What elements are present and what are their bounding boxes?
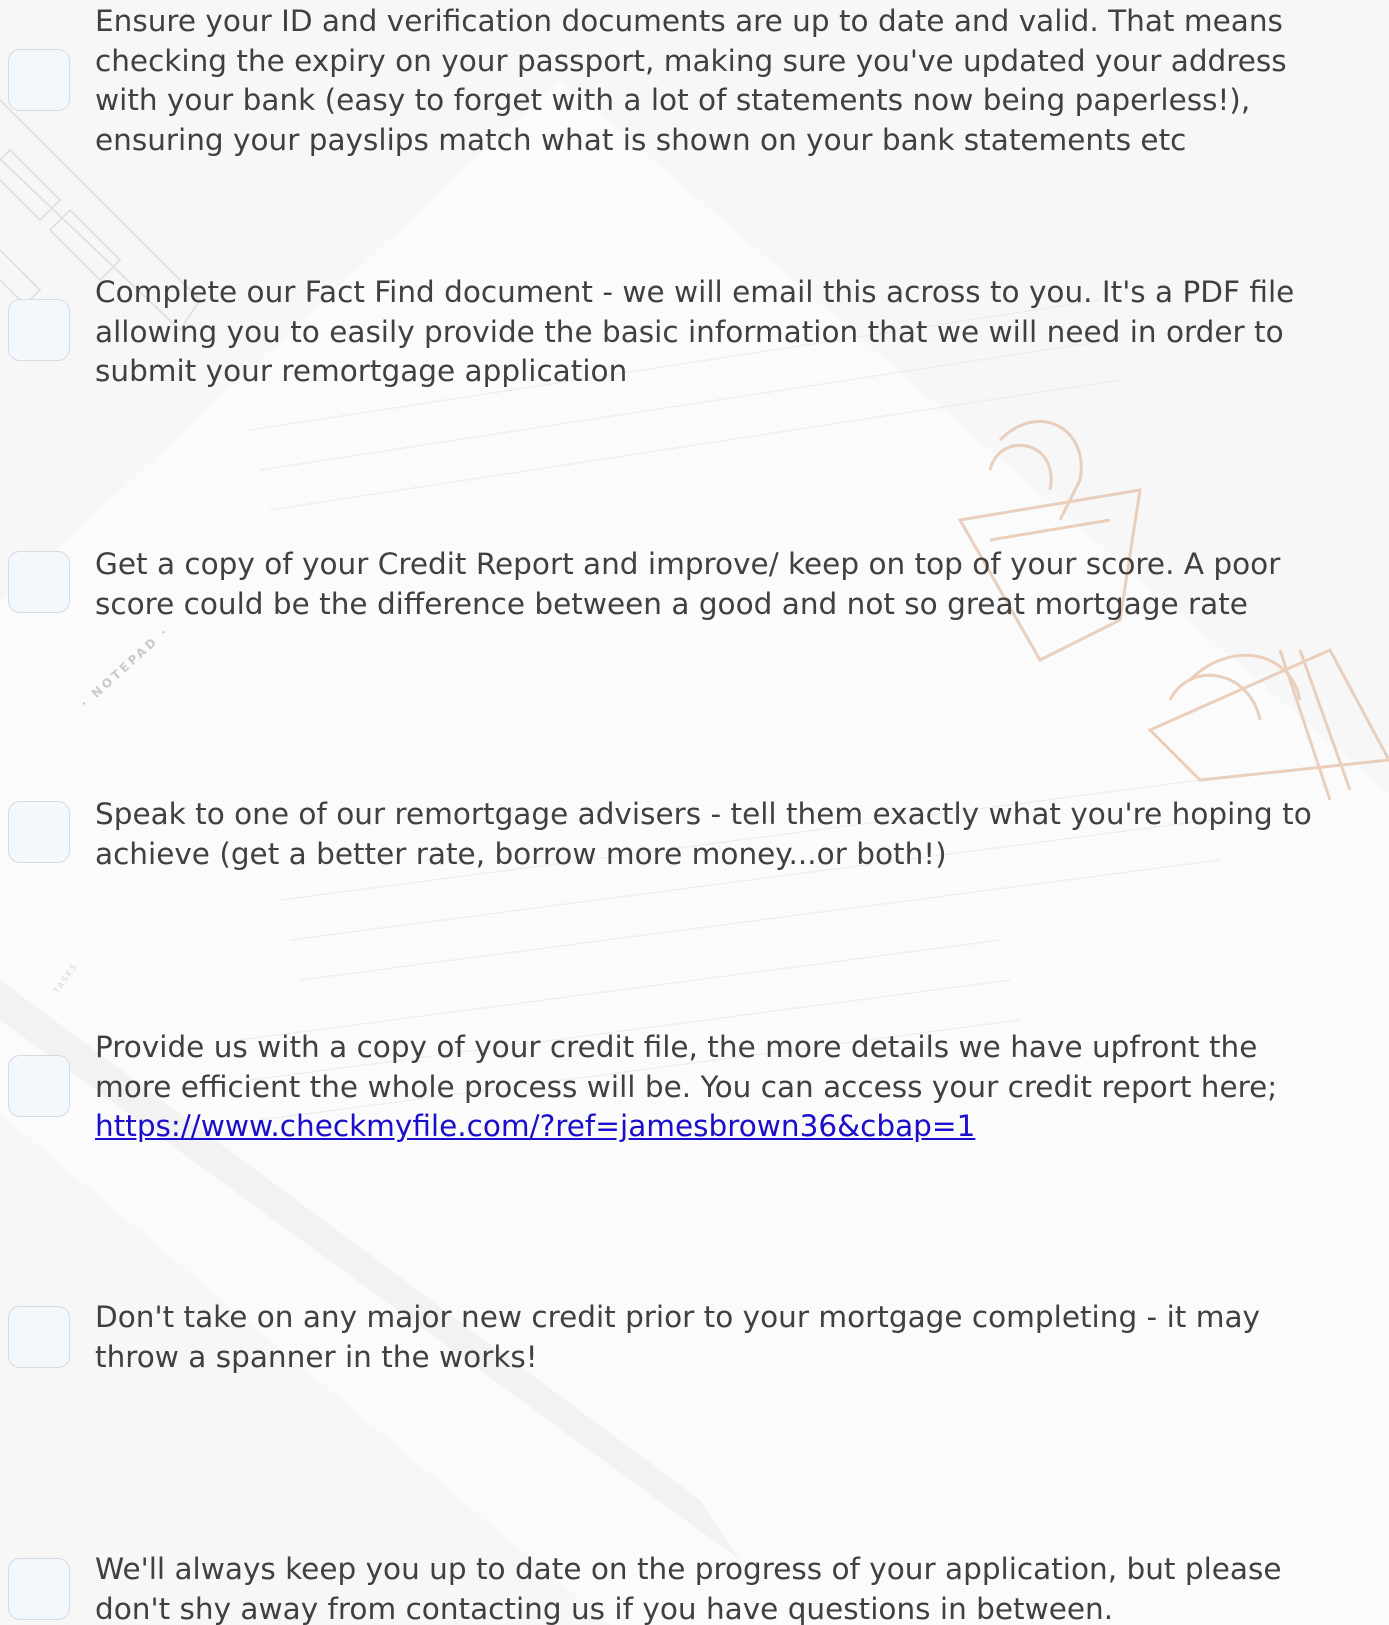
text-line: checking the expiry on your passport, ma… (95, 43, 1287, 78)
checkbox[interactable] (8, 1558, 70, 1620)
text-line: don't shy away from contacting us if you… (95, 1591, 1114, 1625)
checklist-item-text: Complete our Fact Find document - we wil… (95, 273, 1385, 392)
checklist-item-text: Provide us with a copy of your credit fi… (95, 1028, 1385, 1147)
text-line: score could be the difference between a … (95, 586, 1248, 621)
credit-report-link[interactable]: https://www.checkmyfile.com/?ref=jamesbr… (95, 1109, 975, 1143)
text-line: Get a copy of your Credit Report and imp… (95, 547, 1281, 581)
checklist: Ensure your ID and verification document… (0, 0, 1389, 1625)
text-line: We'll always keep you up to date on the … (95, 1552, 1282, 1586)
checkbox[interactable] (8, 801, 70, 863)
checkbox[interactable] (8, 299, 70, 361)
checkbox[interactable] (8, 551, 70, 613)
text-line: allowing you to easily provide the basic… (95, 314, 1284, 349)
text-line: Speak to one of our remortgage advisers … (95, 797, 1312, 831)
checkbox[interactable] (8, 1306, 70, 1368)
text-line: ensuring your payslips match what is sho… (95, 122, 1187, 157)
checklist-item-text: Ensure your ID and verification document… (95, 2, 1385, 160)
checklist-item-text: We'll always keep you up to date on the … (95, 1550, 1385, 1625)
checklist-item-text: Don't take on any major new credit prior… (95, 1298, 1385, 1377)
text-line: achieve (get a better rate, borrow more … (95, 836, 947, 871)
text-line: more efficient the whole process will be… (95, 1069, 1278, 1104)
checklist-item-text: Speak to one of our remortgage advisers … (95, 795, 1385, 874)
text-line: Complete our Fact Find document - we wil… (95, 275, 1295, 309)
checkbox[interactable] (8, 49, 70, 111)
text-line: with your bank (easy to forget with a lo… (95, 83, 1251, 117)
text-line: submit your remortgage application (95, 354, 628, 388)
text-line: Don't take on any major new credit prior… (95, 1300, 1260, 1334)
text-line: Ensure your ID and verification document… (95, 4, 1283, 38)
text-line: Provide us with a copy of your credit fi… (95, 1030, 1258, 1064)
text-line: throw a spanner in the works! (95, 1339, 538, 1374)
checkbox[interactable] (8, 1055, 70, 1117)
checklist-item-text: Get a copy of your Credit Report and imp… (95, 545, 1385, 624)
